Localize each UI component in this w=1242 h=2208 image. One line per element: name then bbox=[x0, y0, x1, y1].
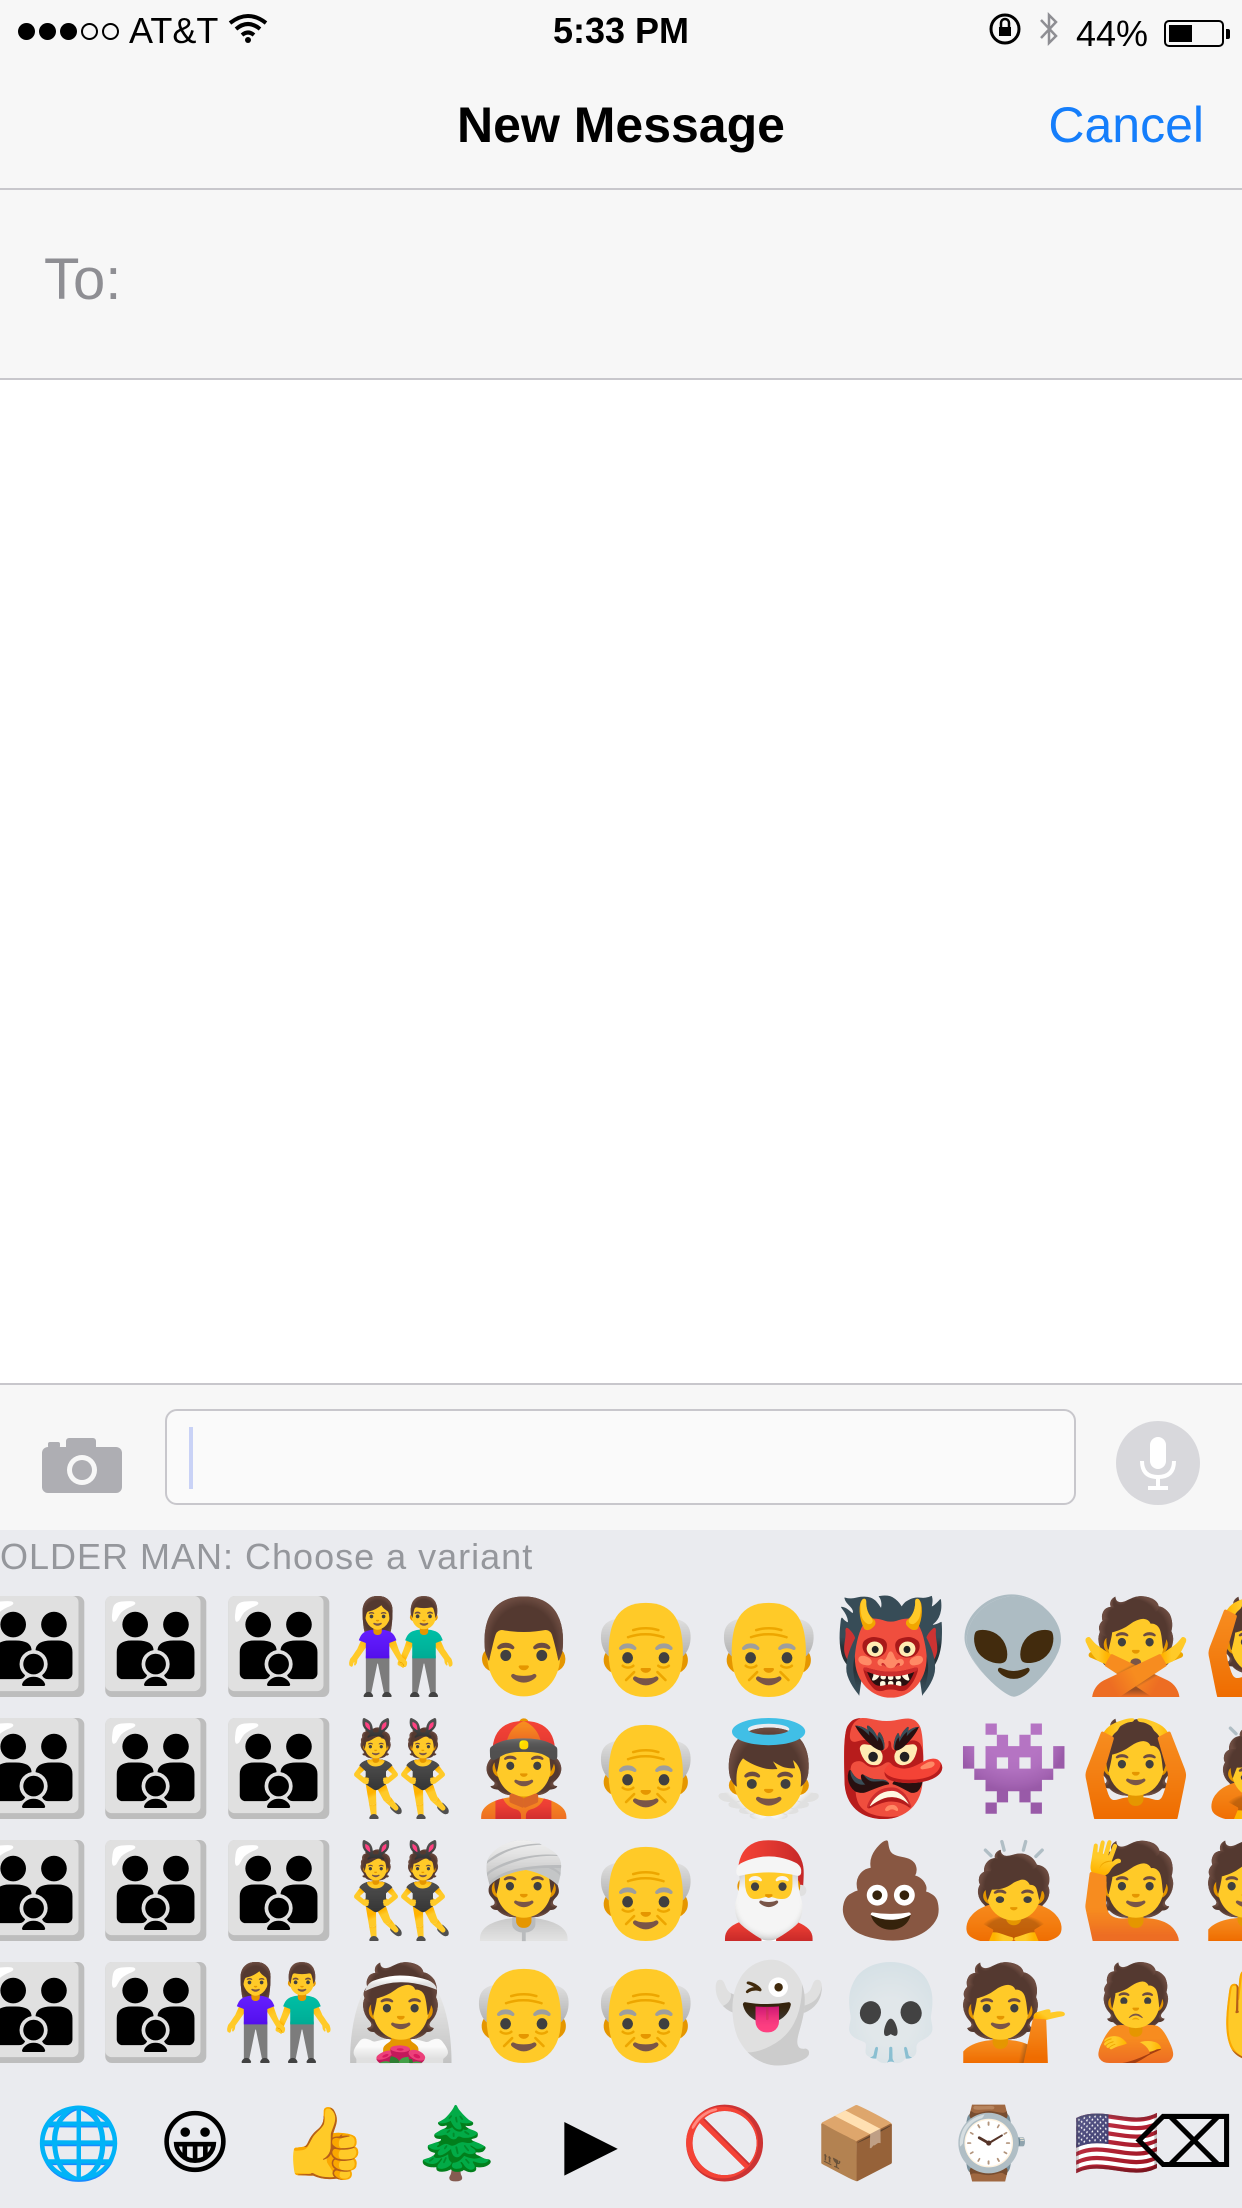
emoji-key[interactable]: 🎅 bbox=[710, 1832, 828, 1950]
text-caret bbox=[189, 1427, 193, 1489]
emoji-key[interactable]: 👫 bbox=[220, 1954, 338, 2070]
battery-icon bbox=[1164, 20, 1230, 47]
watch-category-icon[interactable]: ⌚ bbox=[944, 2098, 1034, 2188]
microphone-icon[interactable] bbox=[1116, 1421, 1200, 1505]
emoji-key[interactable]: 👪 bbox=[220, 1588, 338, 1706]
battery-level bbox=[1169, 25, 1192, 42]
camera-icon[interactable] bbox=[40, 1435, 124, 1495]
emoji-key[interactable]: 💁 bbox=[955, 1954, 1073, 2070]
emoji-key[interactable]: 🙅 bbox=[1077, 1588, 1195, 1706]
emoji-key[interactable]: 👪 bbox=[0, 1588, 93, 1706]
message-composer bbox=[0, 1383, 1242, 1530]
emoji-key[interactable]: 👴 bbox=[587, 1588, 705, 1706]
cancel-button[interactable]: Cancel bbox=[1048, 96, 1204, 154]
emoji-key[interactable]: 👼 bbox=[710, 1710, 828, 1828]
emoji-key[interactable]: 👪 bbox=[97, 1832, 215, 1950]
emoji-category-bar: 🌐 😀 👍 🌲 ▶ 🚫 📦 ⌚ 🇺🇸 ⌫ bbox=[0, 2078, 1242, 2208]
emoji-key[interactable]: 💩 bbox=[832, 1832, 950, 1950]
emoji-key[interactable]: 🙆 bbox=[1200, 1588, 1242, 1706]
emoji-key[interactable]: 🙎 bbox=[1077, 1954, 1195, 2070]
status-bar: AT&T 5:33 PM 44% bbox=[0, 0, 1242, 62]
emoji-key[interactable]: 🙇 bbox=[955, 1832, 1073, 1950]
variant-hint: OLDER MAN: Choose a variant bbox=[0, 1536, 534, 1577]
emoji-key[interactable]: 👪 bbox=[97, 1710, 215, 1828]
emoji-key[interactable]: 👪 bbox=[97, 1954, 215, 2070]
emoji-key[interactable]: 💀 bbox=[832, 1954, 950, 2070]
thumbs-up-category-icon[interactable]: 👍 bbox=[280, 2098, 370, 2188]
emoji-key[interactable]: 👴 bbox=[587, 1832, 705, 1950]
emoji-key[interactable]: 👾 bbox=[955, 1710, 1073, 1828]
emoji-key[interactable]: 👴 bbox=[465, 1954, 583, 2070]
emoji-key[interactable]: 👪 bbox=[0, 1710, 93, 1828]
emoji-key[interactable]: 👴 bbox=[587, 1710, 705, 1828]
emoji-key[interactable]: 👽 bbox=[955, 1588, 1073, 1706]
status-right: 44% bbox=[988, 10, 1230, 57]
emoji-grid: 👪👪👪👫👨👴👴👹👽🙅🙆👪👪👪👯👲👴👼👺👾🙆🙇👪👪👪👯👳👴🎅💩🙇🙋💁👪👪👫👰👴👴👻… bbox=[0, 1588, 1242, 2070]
emoji-key[interactable]: 👲 bbox=[465, 1710, 583, 1828]
bluetooth-icon bbox=[1038, 10, 1060, 57]
emoji-key[interactable]: 👪 bbox=[0, 1954, 93, 2070]
message-thread-area[interactable] bbox=[0, 380, 1242, 1383]
message-input[interactable] bbox=[165, 1409, 1076, 1505]
no-entry-category-icon[interactable]: 🚫 bbox=[680, 2098, 770, 2188]
package-category-icon[interactable]: 📦 bbox=[812, 2098, 902, 2188]
smiley-category-icon[interactable]: 😀 bbox=[150, 2098, 240, 2188]
emoji-key[interactable]: 👪 bbox=[97, 1588, 215, 1706]
emoji-key[interactable]: 👯 bbox=[342, 1710, 460, 1828]
battery-percent: 44% bbox=[1075, 12, 1148, 54]
emoji-key[interactable]: 👪 bbox=[220, 1710, 338, 1828]
emoji-key[interactable]: 🙋 bbox=[1077, 1832, 1195, 1950]
emoji-key[interactable]: 👯 bbox=[342, 1832, 460, 1950]
to-label: To: bbox=[44, 247, 122, 312]
emoji-key[interactable]: 🙇 bbox=[1200, 1710, 1242, 1828]
emoji-key[interactable]: 👴 bbox=[710, 1588, 828, 1706]
emoji-key[interactable]: 👰 bbox=[342, 1954, 460, 2070]
orientation-lock-icon bbox=[988, 12, 1022, 55]
emoji-key[interactable]: 💁 bbox=[1200, 1832, 1242, 1950]
emoji-key[interactable]: 🙆 bbox=[1077, 1710, 1195, 1828]
emoji-key[interactable]: 👻 bbox=[710, 1954, 828, 2070]
globe-icon[interactable]: 🌐 bbox=[34, 2098, 124, 2188]
emoji-key[interactable]: 👪 bbox=[0, 1832, 93, 1950]
emoji-key[interactable]: 👪 bbox=[220, 1832, 338, 1950]
play-category-icon[interactable]: ▶ bbox=[546, 2098, 636, 2188]
emoji-key[interactable]: 👴 bbox=[587, 1954, 705, 2070]
navigation-bar: New Message Cancel bbox=[0, 62, 1242, 190]
emoji-key[interactable]: 👫 bbox=[342, 1588, 460, 1706]
backspace-icon[interactable]: ⌫ bbox=[1136, 2098, 1235, 2188]
emoji-key[interactable]: 👺 bbox=[832, 1710, 950, 1828]
emoji-keyboard: OLDER MAN: Choose a variant 👪👪👪👫👨👴👴👹👽🙅🙆👪… bbox=[0, 1530, 1242, 2208]
recipient-field[interactable]: To: bbox=[0, 190, 1242, 380]
emoji-key[interactable]: ✋ bbox=[1200, 1954, 1242, 2070]
emoji-key[interactable]: 👨 bbox=[465, 1588, 583, 1706]
emoji-key[interactable]: 👹 bbox=[832, 1588, 950, 1706]
tree-category-icon[interactable]: 🌲 bbox=[412, 2098, 502, 2188]
emoji-key[interactable]: 👳 bbox=[465, 1832, 583, 1950]
